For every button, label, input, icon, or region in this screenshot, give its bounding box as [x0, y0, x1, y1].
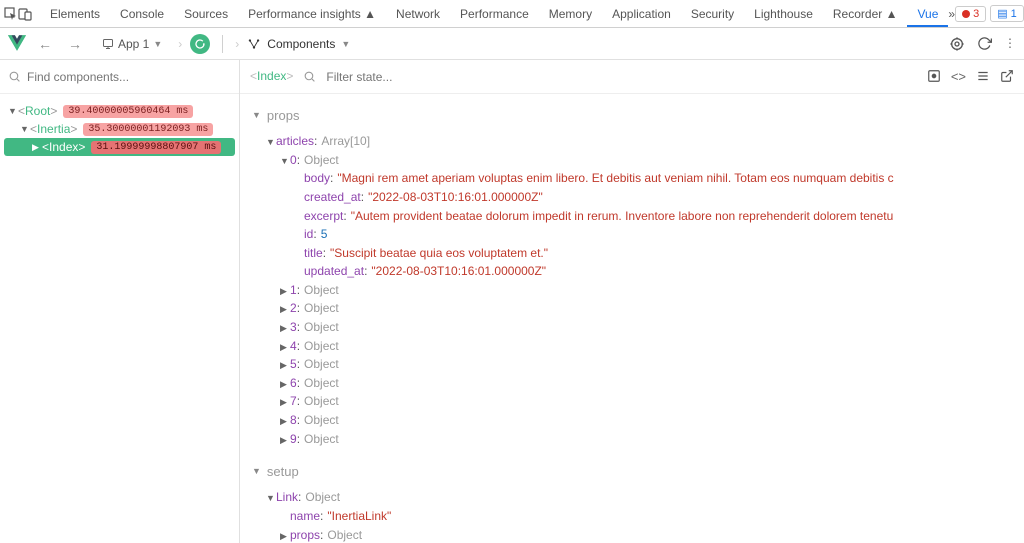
- tab-recorder[interactable]: Recorder ▲: [823, 1, 908, 27]
- array-item[interactable]: ▶3:Object: [252, 318, 1012, 337]
- details-header: <Index> <>: [240, 60, 1024, 94]
- field-body[interactable]: body:"Magni rem amet aperiam voluptas en…: [252, 169, 1012, 188]
- breadcrumb: <Index>: [250, 69, 293, 84]
- prop-articles[interactable]: ▼articles:Array[10]: [252, 132, 1012, 151]
- field-id[interactable]: id:5: [252, 225, 1012, 244]
- toolbar-right-icons: ⋮: [949, 36, 1016, 52]
- section-setup[interactable]: ▼setup: [252, 462, 1012, 482]
- components-inspector-selector[interactable]: Components ▼: [247, 37, 350, 51]
- components-label: Components: [267, 37, 335, 51]
- component-tree: ▼<Root> 39.40000005960464 ms ▼<Inertia> …: [0, 94, 239, 164]
- forward-arrow-icon[interactable]: →: [64, 32, 86, 56]
- array-item[interactable]: ▶5:Object: [252, 355, 1012, 374]
- field-updated-at[interactable]: updated_at:"2022-08-03T10:16:01.000000Z": [252, 262, 1012, 281]
- setup-link[interactable]: ▼Link:Object: [252, 488, 1012, 507]
- array-item[interactable]: ▶6:Object: [252, 374, 1012, 393]
- error-badge[interactable]: 3: [955, 6, 986, 22]
- scroll-to-component-icon[interactable]: [927, 69, 941, 84]
- message-badge[interactable]: ▤1: [990, 5, 1024, 22]
- app-selector[interactable]: App 1 ▼: [94, 33, 170, 55]
- show-render-code-icon[interactable]: <>: [951, 69, 966, 84]
- array-item[interactable]: ▶2:Object: [252, 299, 1012, 318]
- tab-console[interactable]: Console: [110, 1, 174, 27]
- inspect-dom-icon[interactable]: [976, 69, 990, 84]
- chevron-separator: ›: [178, 37, 182, 51]
- target-icon[interactable]: [949, 36, 965, 52]
- details-header-icons: <>: [927, 69, 1014, 84]
- tab-elements[interactable]: Elements: [40, 1, 110, 27]
- inspect-element-icon[interactable]: [4, 2, 18, 26]
- section-props[interactable]: ▼props: [252, 106, 1012, 126]
- component-search-input[interactable]: [27, 70, 231, 84]
- tree-row-index[interactable]: ▶<Index> 31.19999998807907 ms: [4, 138, 235, 156]
- device-toolbar-icon[interactable]: [18, 2, 32, 26]
- details-pane: <Index> <> ▼props ▼articles:Array[10: [240, 60, 1024, 543]
- state-filter-input[interactable]: [326, 70, 916, 84]
- details-body: ▼props ▼articles:Array[10] ▼0:Object bod…: [240, 94, 1024, 543]
- divider: [222, 35, 223, 53]
- more-tabs-icon[interactable]: »: [948, 2, 955, 26]
- refresh-icon[interactable]: [977, 36, 992, 52]
- tree-row-root[interactable]: ▼<Root> 39.40000005960464 ms: [4, 102, 235, 120]
- search-icon: [8, 70, 21, 83]
- refresh-button[interactable]: [190, 34, 210, 54]
- component-tree-sidebar: ▼<Root> 39.40000005960464 ms ▼<Inertia> …: [0, 60, 240, 543]
- tab-memory[interactable]: Memory: [539, 1, 602, 27]
- array-item[interactable]: ▶1:Object: [252, 281, 1012, 300]
- setup-link-name[interactable]: name:"InertiaLink": [252, 507, 1012, 526]
- tab-security[interactable]: Security: [681, 1, 744, 27]
- field-excerpt[interactable]: excerpt:"Autem provident beatae dolorum …: [252, 207, 1012, 226]
- tab-network[interactable]: Network: [386, 1, 450, 27]
- comp-name: Root: [25, 104, 50, 118]
- setup-link-props[interactable]: ▶props:Object: [252, 526, 1012, 543]
- more-menu-icon[interactable]: ⋮: [1004, 36, 1016, 52]
- timing-badge: 31.19999998807907 ms: [91, 141, 221, 154]
- timing-badge: 39.40000005960464 ms: [63, 105, 193, 118]
- array-item[interactable]: ▶7:Object: [252, 392, 1012, 411]
- tab-lighthouse[interactable]: Lighthouse: [744, 1, 823, 27]
- message-count: 1: [1011, 8, 1017, 20]
- app-label: App 1: [118, 37, 149, 51]
- field-created-at[interactable]: created_at:"2022-08-03T10:16:01.000000Z": [252, 188, 1012, 207]
- timing-badge: 35.30000001192093 ms: [83, 123, 213, 136]
- array-item[interactable]: ▶4:Object: [252, 337, 1012, 356]
- vue-logo-icon: [8, 35, 26, 53]
- open-in-editor-icon[interactable]: [1000, 69, 1014, 84]
- vue-toolbar: ← → App 1 ▼ › › Components ▼ ⋮: [0, 28, 1024, 60]
- devtools-tab-strip: Elements Console Sources Performance ins…: [0, 0, 1024, 28]
- component-search-row: [0, 60, 239, 94]
- tree-row-inertia[interactable]: ▼<Inertia> 35.30000001192093 ms: [4, 120, 235, 138]
- tab-application[interactable]: Application: [602, 1, 681, 27]
- tab-vue[interactable]: Vue: [907, 1, 948, 27]
- tab-sources[interactable]: Sources: [174, 1, 238, 27]
- back-arrow-icon[interactable]: ←: [34, 32, 56, 56]
- tab-performance-insights[interactable]: Performance insights ▲: [238, 1, 386, 27]
- error-count: 3: [973, 8, 979, 20]
- comp-name: Inertia: [37, 122, 70, 136]
- comp-name: Index: [49, 140, 78, 154]
- array-item-0[interactable]: ▼0:Object: [252, 151, 1012, 170]
- array-item[interactable]: ▶9:Object: [252, 430, 1012, 449]
- array-item[interactable]: ▶8:Object: [252, 411, 1012, 430]
- chevron-separator: ›: [235, 37, 239, 51]
- search-icon: [303, 70, 316, 83]
- field-title[interactable]: title:"Suscipit beatae quia eos voluptat…: [252, 244, 1012, 263]
- tab-performance[interactable]: Performance: [450, 1, 539, 27]
